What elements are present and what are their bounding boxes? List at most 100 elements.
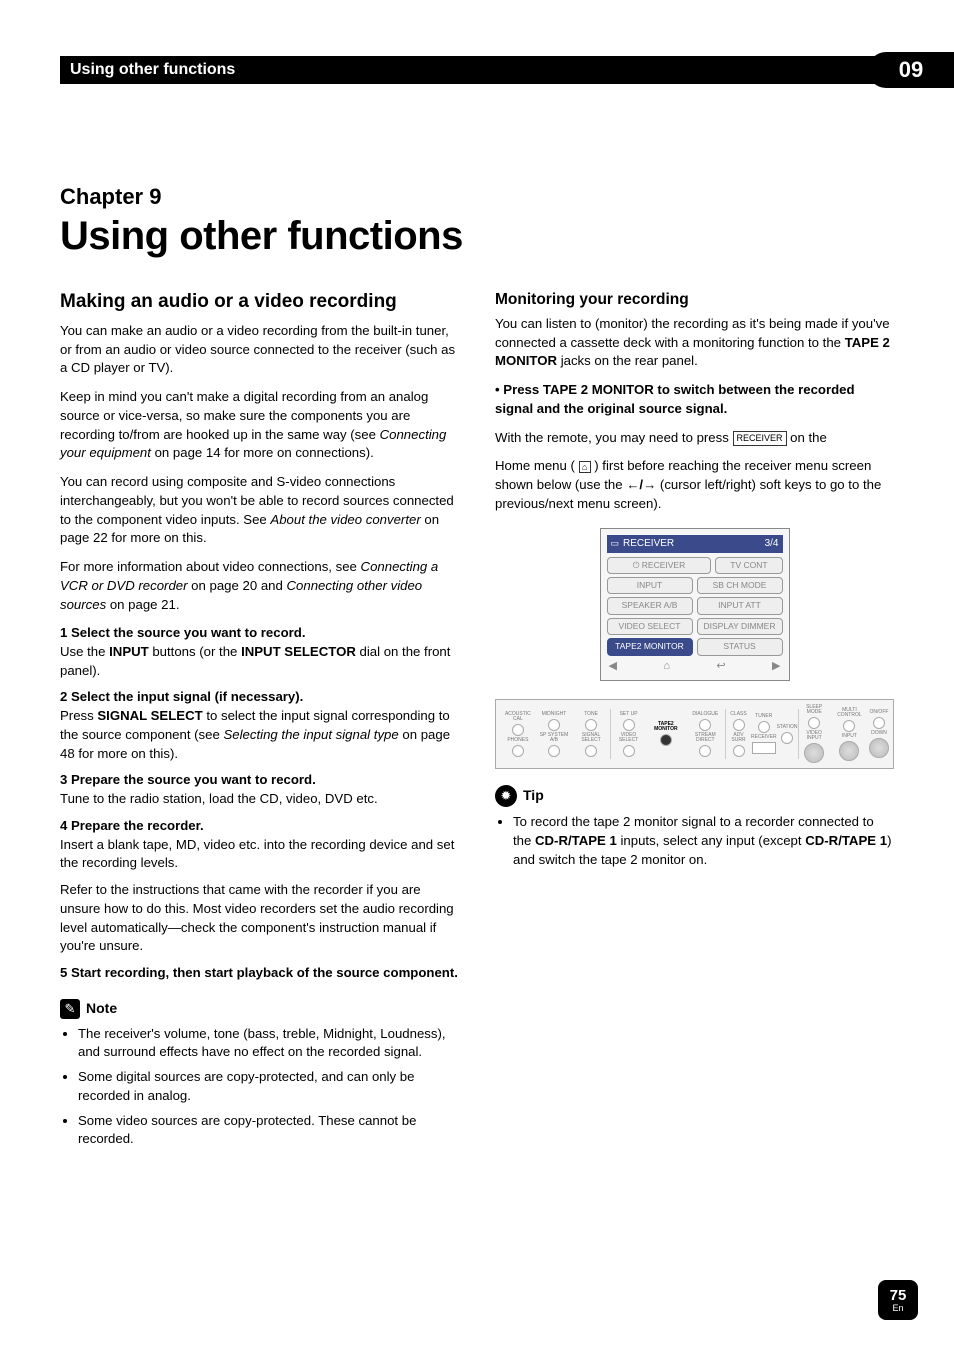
note-item-2: Some video sources are copy-protected. T… — [78, 1112, 459, 1149]
note-icon: ✎ — [60, 999, 80, 1019]
step4-body2: Refer to the instructions that came with… — [60, 881, 459, 956]
p1: You can make an audio or a video recordi… — [60, 322, 459, 378]
r3a: Home menu ( — [495, 458, 579, 473]
rc-btn — [733, 745, 745, 757]
section-title-recording: Making an audio or a video recording — [60, 289, 459, 316]
menu-btn-videoselect: VIDEO SELECT — [607, 618, 693, 635]
s1ba: Use the — [60, 644, 109, 659]
rc-dialogue: DIALOGUE — [692, 712, 718, 717]
menu-btn-status: STATUS — [697, 638, 783, 655]
step2-title: 2 Select the input signal (if necessary)… — [60, 688, 459, 707]
p2b: on page 14 for more on connections). — [151, 445, 374, 460]
r1a: You can listen to (monitor) the recordin… — [495, 316, 890, 350]
nav-right-icon: ▶ — [772, 659, 780, 675]
tipc: inputs, select any input (except — [617, 833, 805, 848]
page-lang: En — [892, 1303, 903, 1313]
rc-btn — [699, 719, 711, 731]
rc-multicontrol: MULTI CONTROL — [830, 708, 869, 718]
menu-btn-sbch: SB CH MODE — [697, 577, 783, 594]
press-bullet: • Press TAPE 2 MONITOR to switch between… — [495, 381, 894, 418]
rc-inputlbl: INPUT — [842, 734, 857, 739]
s1bd: INPUT SELECTOR — [241, 644, 356, 659]
header-title: Using other functions — [70, 61, 235, 79]
arrow-icons: ←/→ — [626, 477, 656, 492]
tip-header: ✹ Tip — [495, 785, 894, 807]
subsection-monitoring: Monitoring your recording — [495, 289, 894, 311]
menu-title-left: RECEIVER — [623, 538, 674, 549]
rc-btn — [623, 745, 635, 757]
header-bar: Using other functions — [60, 56, 894, 84]
rc-tone: TONE — [584, 712, 598, 717]
note-label: Note — [86, 999, 117, 1019]
rc-down: DOWN — [871, 731, 887, 736]
nav-home-icon: ⌂ — [663, 659, 670, 675]
menu-btn-input: INPUT — [607, 577, 693, 594]
tipb2: CD-R/TAPE 1 — [805, 833, 887, 848]
r1: You can listen to (monitor) the recordin… — [495, 315, 894, 371]
remote-panel-diagram: ACOUSTIC CALPHONES MIDNIGHTSP SYSTEM A/B… — [495, 699, 894, 769]
p4b: on page 21. — [106, 597, 179, 612]
step1-body: Use the INPUT buttons (or the INPUT SELE… — [60, 643, 459, 680]
tip-item: To record the tape 2 monitor signal to a… — [513, 813, 894, 869]
rc-btn — [843, 720, 855, 732]
rc-btn — [781, 732, 793, 744]
receiver-inline-icon: RECEIVER — [733, 431, 787, 446]
menu-btn-receiver: ⏻ RECEIVER — [607, 557, 712, 574]
step5-title: 5 Start recording, then start playback o… — [60, 964, 459, 983]
r2: With the remote, you may need to press R… — [495, 429, 894, 448]
p3i: About the video converter — [270, 512, 420, 527]
rc-signalselect: SIGNAL SELECT — [572, 733, 610, 743]
rc-advsurr: ADV SURR — [726, 733, 751, 743]
note-item-1: Some digital sources are copy-protected,… — [78, 1068, 459, 1105]
rc-spsystem: SP SYSTEM A/B — [536, 733, 572, 743]
note-list: The receiver's volume, tone (bass, trebl… — [60, 1025, 459, 1149]
note-header: ✎ Note — [60, 999, 459, 1019]
nav-left-icon: ◀ — [609, 659, 617, 675]
menu-btn-dimmer: DISPLAY DIMMER — [697, 618, 783, 635]
rc-btn — [585, 745, 597, 757]
s2ba: Press — [60, 708, 97, 723]
rc-btn — [548, 745, 560, 757]
rc-acoustic: ACOUSTIC CAL — [500, 712, 536, 722]
rc-btn — [623, 719, 635, 731]
p2: Keep in mind you can't make a digital re… — [60, 388, 459, 463]
s1bc: buttons (or the — [149, 644, 241, 659]
menu-btn-tape2monitor: TAPE2 MONITOR — [607, 638, 693, 655]
menu-btn-tvcont: TV CONT — [715, 557, 782, 574]
s2bb: SIGNAL SELECT — [97, 708, 202, 723]
rc-btn — [758, 721, 770, 733]
rc-stream: STREAM DIRECT — [686, 733, 726, 743]
rc-btn — [512, 745, 524, 757]
rc-btn — [808, 717, 820, 729]
rc-tape2monitor-lbl: TAPE2 MONITOR — [646, 722, 685, 732]
chapter-badge: 09 — [868, 52, 954, 88]
step4-title: 4 Prepare the recorder. — [60, 817, 459, 836]
right-column: Monitoring your recording You can listen… — [495, 289, 894, 1155]
tip-list: To record the tape 2 monitor signal to a… — [495, 813, 894, 869]
menu-nav: ◀ ⌂ ↩ ▶ — [607, 659, 783, 675]
tip-label: Tip — [523, 786, 544, 806]
r2b: on the — [787, 430, 827, 445]
chapter-badge-number: 09 — [899, 57, 923, 83]
p2a: Keep in mind you can't make a digital re… — [60, 389, 428, 441]
rc-btn — [512, 724, 524, 736]
r2a: With the remote, you may need to press — [495, 430, 733, 445]
step4-body1: Insert a blank tape, MD, video etc. into… — [60, 836, 459, 873]
s1bb: INPUT — [109, 644, 149, 659]
rc-knob — [839, 741, 859, 761]
rc-receiver: RECEIVER — [751, 735, 777, 740]
r3: Home menu ( ⌂ ) first before reaching th… — [495, 457, 894, 513]
rc-btn — [699, 745, 711, 757]
rc-videoinput: VIDEO INPUT — [798, 731, 829, 741]
rc-class: CLASS — [730, 712, 746, 717]
left-column: Making an audio or a video recording You… — [60, 289, 459, 1155]
rc-sleep: SLEEP MODE — [798, 705, 829, 715]
rc-knob — [869, 738, 889, 758]
rc-station: STATION — [777, 725, 798, 730]
chapter-title: Using other functions — [60, 214, 894, 259]
rc-rect — [752, 742, 776, 754]
tipb1: CD-R/TAPE 1 — [535, 833, 617, 848]
nav-back-icon: ↩ — [716, 659, 725, 675]
rc-btn — [733, 719, 745, 731]
rc-btn — [548, 719, 560, 731]
